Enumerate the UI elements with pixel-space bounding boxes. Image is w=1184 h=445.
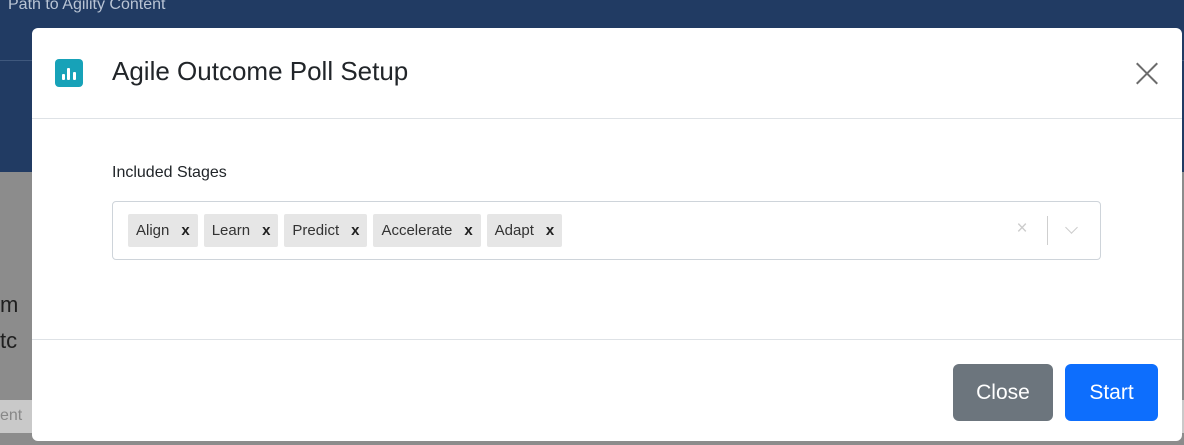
included-stages-label: Included Stages [112, 164, 227, 181]
stages-multiselect[interactable]: Align x Learn x Predict x Accelerate x A… [112, 201, 1101, 260]
tag-remove-icon[interactable]: x [351, 222, 359, 239]
tag-label: Accelerate [381, 222, 453, 239]
tag-remove-icon[interactable]: x [262, 222, 270, 239]
tag-accelerate: Accelerate x [373, 214, 481, 247]
tag-learn: Learn x [203, 214, 279, 247]
background-title: Path to Agility Content [8, 0, 166, 13]
background-partial-text: m [0, 292, 19, 317]
tag-align: Align x [128, 214, 198, 247]
modal-title: Agile Outcome Poll Setup [112, 56, 409, 86]
tag-remove-icon[interactable]: x [546, 222, 554, 239]
poll-setup-modal: Agile Outcome Poll Setup Included Stages… [32, 28, 1182, 441]
modal-header: Agile Outcome Poll Setup [32, 28, 1182, 119]
bar-chart-icon [55, 59, 83, 87]
tag-remove-icon[interactable]: x [464, 222, 472, 239]
selected-tags: Align x Learn x Predict x Accelerate x A… [128, 214, 563, 247]
tag-label: Adapt [494, 222, 534, 239]
tag-label: Align [136, 222, 170, 239]
indicator-separator [1047, 216, 1048, 245]
tag-predict: Predict x [284, 214, 368, 247]
clear-all-icon[interactable]: × [1014, 219, 1030, 239]
tag-adapt: Adapt x [486, 214, 563, 247]
modal-body: Included Stages Align x Learn x Predict … [32, 120, 1182, 339]
background-partial-text: tc [0, 328, 18, 353]
close-icon[interactable] [1132, 58, 1162, 88]
chevron-down-icon[interactable] [1062, 220, 1082, 240]
tag-label: Predict [292, 222, 340, 239]
tag-label: Learn [211, 222, 251, 239]
tag-remove-icon[interactable]: x [181, 222, 189, 239]
close-button[interactable]: Close [953, 364, 1053, 421]
modal-footer: Close Start [32, 339, 1182, 441]
start-button[interactable]: Start [1065, 364, 1158, 421]
background-bar-text: ent [0, 407, 23, 424]
